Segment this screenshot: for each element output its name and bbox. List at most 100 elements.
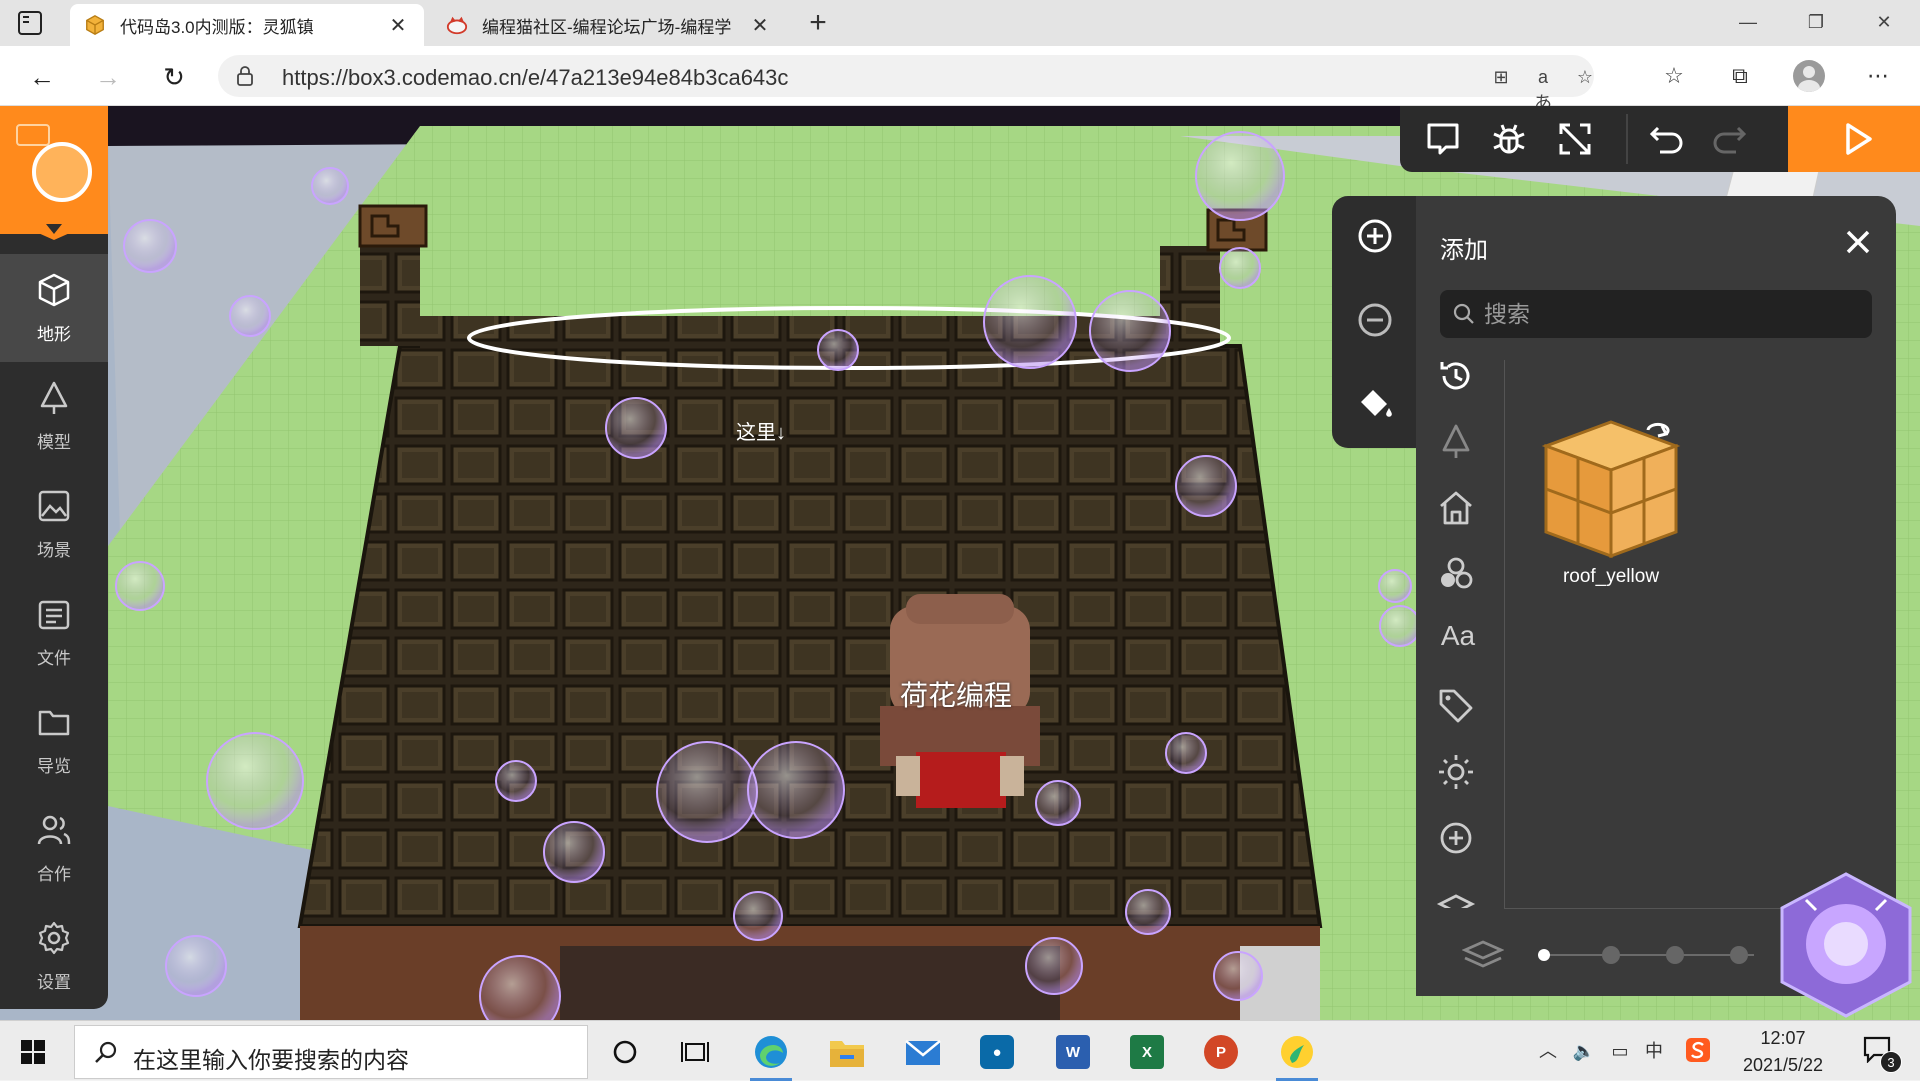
add-favorite-icon[interactable]: ☆ — [1572, 64, 1598, 90]
category-plants[interactable] — [1436, 422, 1476, 462]
sidebar-item-files[interactable]: 文件 — [0, 578, 108, 686]
layers-icon[interactable] — [1462, 936, 1504, 972]
history-icon — [1440, 362, 1470, 390]
chevron-down-icon[interactable] — [46, 224, 62, 234]
clock-time: 12:07 — [1760, 1028, 1806, 1048]
tab-codemao-island[interactable]: 代码岛3.0内测版：灵狐镇 ✕ — [70, 4, 424, 46]
item-card-roof-yellow[interactable]: roof_yellow — [1526, 416, 1696, 592]
action-center-button[interactable]: 3 — [1862, 1035, 1902, 1073]
taskbar-explorer[interactable] — [824, 1029, 870, 1075]
folder-icon — [38, 710, 70, 736]
read-aloud-icon[interactable]: aあ — [1530, 64, 1556, 113]
search-box[interactable] — [1440, 290, 1872, 338]
close-window-button[interactable]: ✕ — [1856, 4, 1912, 40]
taskbar-excel[interactable]: X — [1124, 1029, 1170, 1075]
task-view-icon — [681, 1042, 709, 1062]
category-add[interactable] — [1436, 818, 1476, 858]
undo-button[interactable] — [1648, 120, 1686, 158]
taskbar-dell[interactable]: ● — [974, 1029, 1020, 1075]
sidebar-item-label: 文件 — [37, 649, 71, 668]
debug-button[interactable] — [1490, 120, 1528, 158]
battery-icon[interactable]: ▭ — [1606, 1037, 1634, 1065]
redo-button[interactable] — [1710, 120, 1748, 158]
lock-icon[interactable] — [236, 66, 254, 86]
taskbar-search[interactable]: 在这里输入你要搜索的内容 — [74, 1025, 588, 1079]
sidebar-item-collaborate[interactable]: 合作 — [0, 794, 108, 902]
word-icon: W — [1056, 1035, 1090, 1069]
ime-indicator[interactable]: 中 — [1640, 1037, 1668, 1065]
panel-quick-tools — [1332, 196, 1418, 448]
collections-icon[interactable]: ⧉ — [1724, 60, 1756, 92]
windows-start-icon[interactable] — [20, 1039, 46, 1065]
category-tags[interactable] — [1436, 686, 1476, 726]
sidebar-item-label: 场景 — [37, 541, 71, 560]
edge-icon — [755, 1036, 787, 1068]
tab-close-icon[interactable]: ✕ — [748, 13, 772, 38]
favorites-icon[interactable]: ☆ — [1658, 60, 1690, 92]
taskbar-word[interactable]: W — [1050, 1029, 1096, 1075]
task-view-button[interactable] — [672, 1029, 718, 1075]
taskbar-edge[interactable] — [748, 1029, 794, 1081]
player-name-tag: 荷花编程 — [900, 680, 1013, 711]
sidebar-item-label: 地形 — [37, 325, 71, 344]
sidebar-item-guide[interactable]: 导览 — [0, 686, 108, 794]
cube-favicon-icon — [86, 15, 104, 35]
zoom-out-button[interactable] — [1353, 298, 1397, 342]
sidebar-item-settings[interactable]: 设置 — [0, 902, 108, 1010]
codemao-logo[interactable] — [0, 106, 108, 240]
category-lights[interactable] — [1436, 752, 1476, 792]
category-layers[interactable] — [1436, 884, 1476, 908]
url-field[interactable]: https://box3.codemao.cn/e/47a213e94e84b3… — [218, 55, 1594, 113]
fill-button[interactable] — [1353, 380, 1397, 424]
category-list: Aa — [1416, 356, 1506, 916]
minimize-button[interactable]: — — [1720, 4, 1776, 40]
category-recent[interactable] — [1436, 356, 1476, 396]
input-method-icon[interactable] — [1684, 1037, 1712, 1065]
tab-codemao-forum[interactable]: 编程猫社区-编程论坛广场-编程学 ✕ — [432, 4, 786, 46]
play-button[interactable] — [1788, 106, 1920, 172]
sidebar-item-label: 合作 — [37, 865, 71, 884]
add-circle-icon — [1440, 822, 1472, 854]
page-dot-1[interactable] — [1538, 949, 1550, 961]
debug-icon — [1493, 124, 1525, 154]
restore-button[interactable]: ❐ — [1788, 4, 1844, 40]
new-tab-button[interactable]: + — [800, 6, 836, 42]
taskbar-clock[interactable]: 12:07 2021/5/22 — [1724, 1025, 1842, 1079]
profile-avatar[interactable] — [1793, 60, 1825, 92]
windows-taskbar: 在这里输入你要搜索的内容 ● W X P ︿ 🔈 ▭ 中 12:07 2021/… — [0, 1020, 1920, 1081]
category-text[interactable]: Aa — [1436, 620, 1480, 652]
page-dot-2[interactable] — [1602, 946, 1620, 964]
search-input[interactable] — [1484, 298, 1854, 330]
app-available-icon[interactable]: ⊞ — [1488, 64, 1514, 90]
sidebar-item-terrain[interactable]: 地形 — [0, 254, 108, 362]
category-buildings[interactable] — [1436, 488, 1476, 528]
sun-icon — [1439, 755, 1473, 789]
sidebar-item-scene[interactable]: 场景 — [0, 470, 108, 578]
taskbar-mail[interactable] — [900, 1029, 946, 1075]
back-button[interactable]: ← — [24, 59, 60, 95]
taskbar-music[interactable] — [1274, 1029, 1320, 1081]
page-dot-4[interactable] — [1730, 946, 1748, 964]
forward-button[interactable]: → — [90, 59, 126, 95]
page-dot-3[interactable] — [1666, 946, 1684, 964]
refresh-button[interactable]: ↻ — [156, 59, 192, 95]
category-shapes[interactable] — [1436, 554, 1476, 594]
sidebar-item-label: 设置 — [37, 973, 71, 992]
taskbar-powerpoint[interactable]: P — [1198, 1029, 1244, 1075]
sidebar-item-models[interactable]: 模型 — [0, 362, 108, 470]
tab-close-icon[interactable]: ✕ — [386, 13, 410, 38]
tab-actions-icon[interactable] — [18, 11, 42, 35]
zoom-in-button[interactable] — [1353, 214, 1397, 258]
more-menu-icon[interactable]: ⋯ — [1862, 60, 1894, 92]
tray-overflow-icon[interactable]: ︿ — [1534, 1037, 1562, 1065]
volume-icon[interactable]: 🔈 — [1570, 1037, 1598, 1065]
chat-button[interactable] — [1424, 120, 1462, 158]
fullscreen-button[interactable] — [1556, 120, 1594, 158]
achievement-badge-icon[interactable] — [1776, 870, 1916, 1020]
browser-tab-bar: 代码岛3.0内测版：灵狐镇 ✕ 编程猫社区-编程论坛广场-编程学 ✕ + — ❐… — [0, 0, 1920, 46]
editor-toolbar — [1400, 106, 1788, 172]
roof-yellow-block-icon — [1541, 420, 1681, 559]
close-icon[interactable] — [1840, 224, 1876, 260]
cortana-icon — [613, 1040, 637, 1064]
cortana-button[interactable] — [602, 1029, 648, 1075]
